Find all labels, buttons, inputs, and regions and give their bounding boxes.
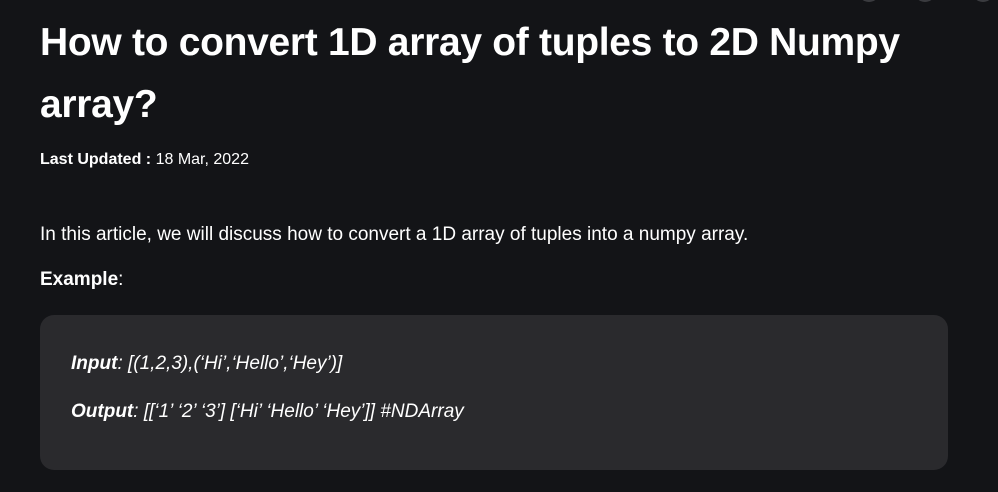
last-updated-label: Last Updated :: [40, 151, 152, 168]
example-colon: :: [118, 269, 124, 290]
output-value: : [[‘1’ ‘2’ ‘3’] [‘Hi’ ‘Hello’ ‘Hey’]] #…: [133, 401, 464, 422]
input-label: Input: [71, 353, 118, 374]
article-intro: In this article, we will discuss how to …: [40, 224, 749, 245]
output-label: Output: [71, 401, 134, 422]
example-output-line: Output: [[‘1’ ‘2’ ‘3’] [‘Hi’ ‘Hello’ ‘He…: [71, 399, 464, 425]
last-updated-date: 18 Mar, 2022: [155, 151, 249, 168]
example-heading: Example:: [40, 267, 950, 293]
input-value: : [(1,2,3),(‘Hi’,‘Hello’,‘Hey’)]: [117, 353, 343, 374]
article-title: How to convert 1D array of tuples to 2D …: [40, 21, 900, 126]
toolbar-button-edge[interactable]: [972, 0, 994, 2]
article-content: How to convert 1D array of tuples to 2D …: [40, 0, 950, 470]
example-label: Example: [40, 269, 119, 290]
example-box: Input: [(1,2,3),(‘Hi’,‘Hello’,‘Hey’)] Ou…: [40, 315, 948, 470]
example-input-line: Input: [(1,2,3),(‘Hi’,‘Hello’,‘Hey’)]: [71, 351, 342, 377]
last-updated: Last Updated : 18 Mar, 2022: [40, 150, 950, 170]
